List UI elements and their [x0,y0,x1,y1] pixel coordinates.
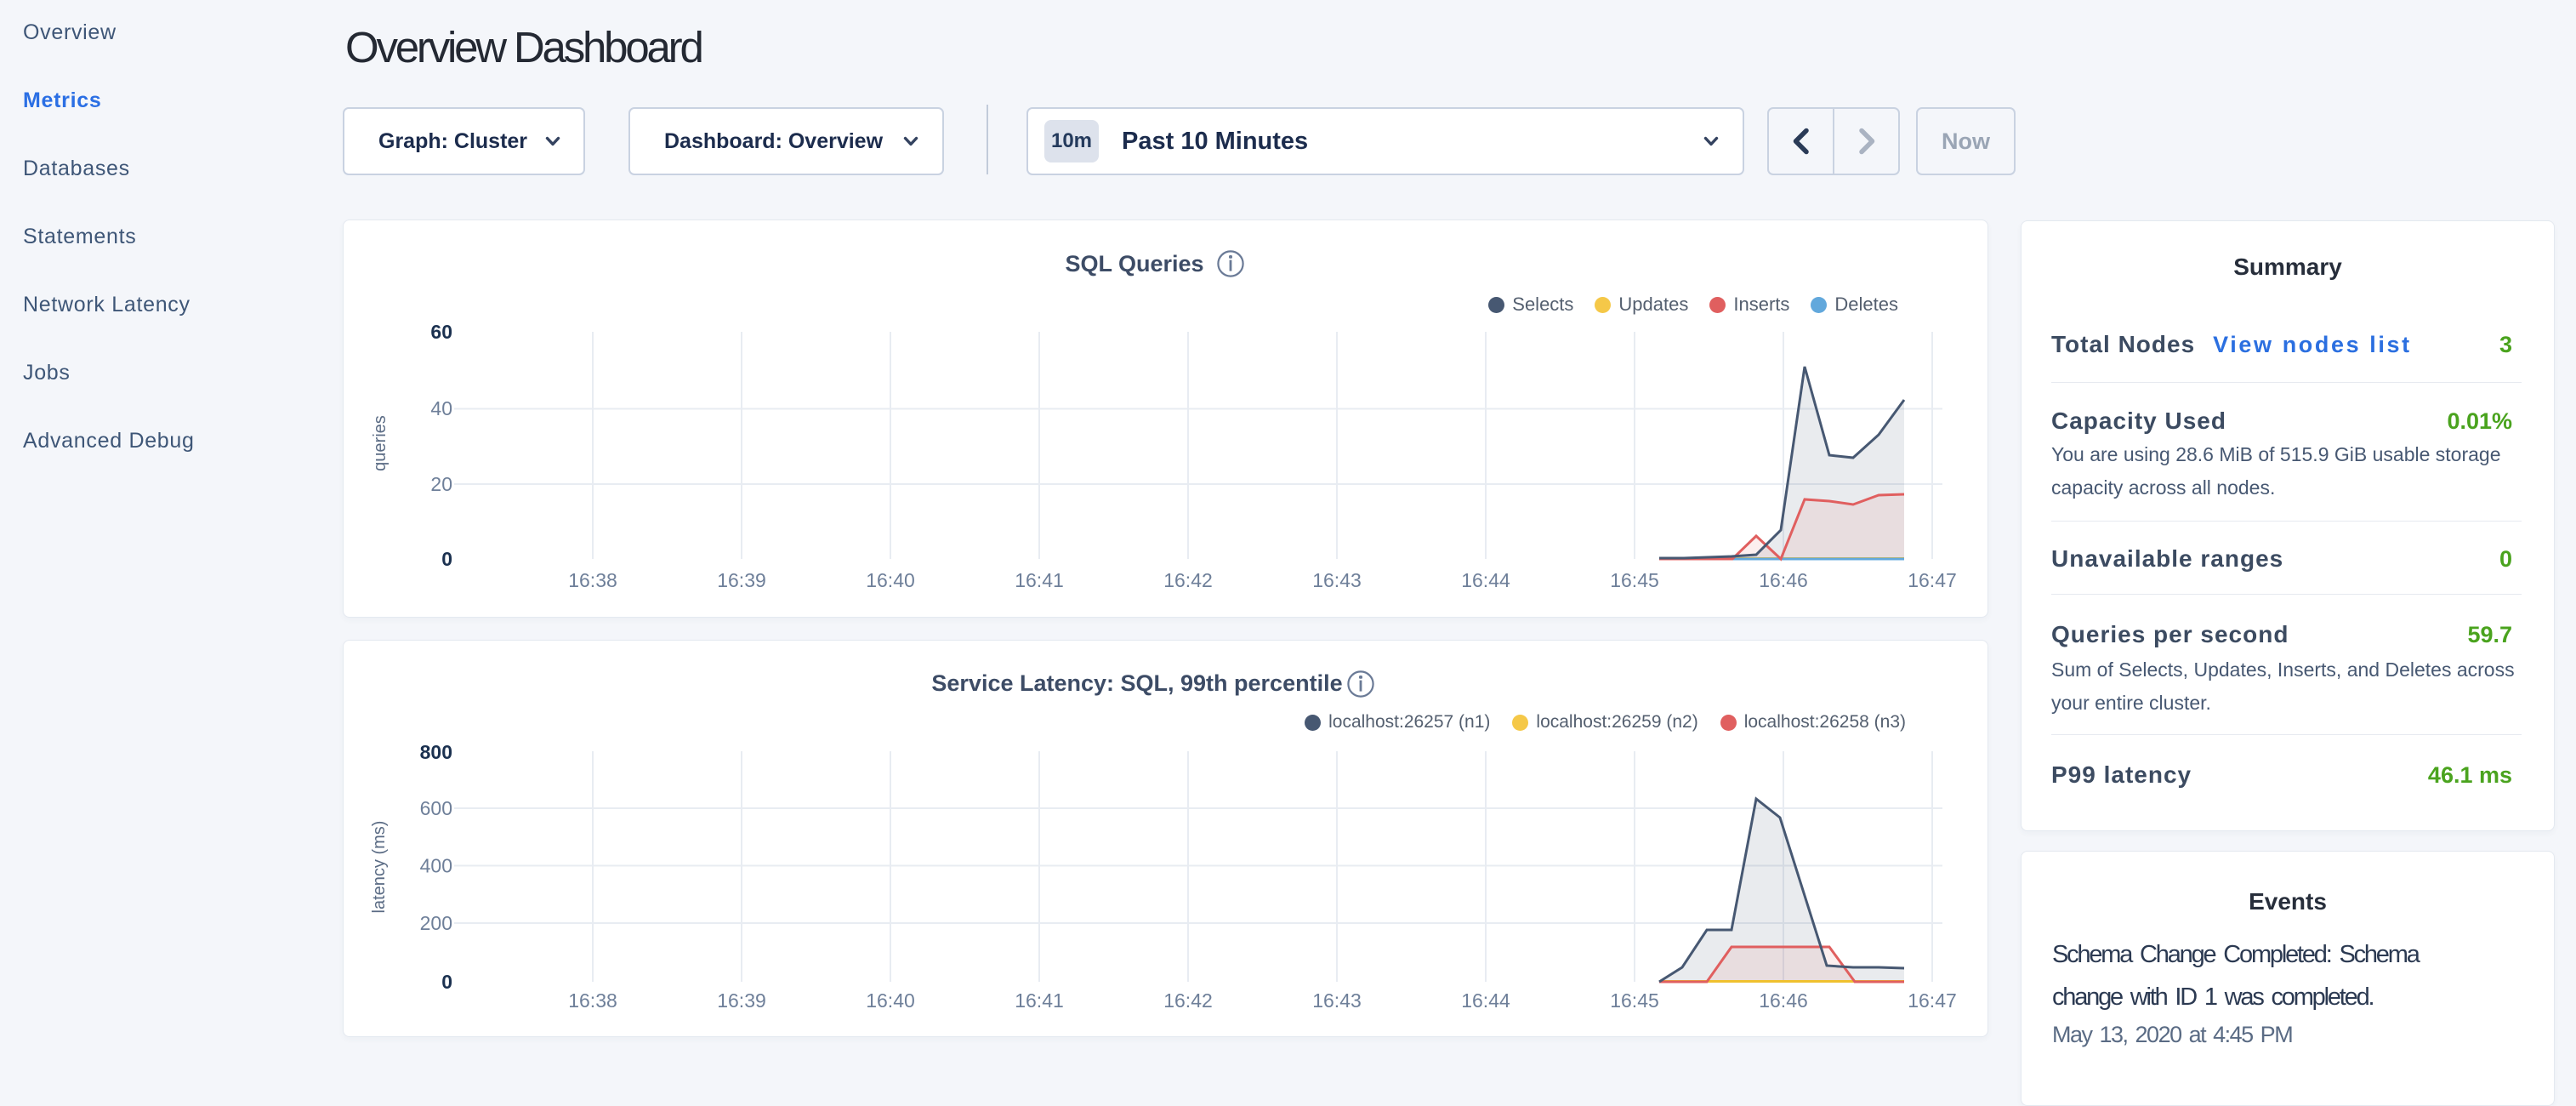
svg-text:16:40: 16:40 [866,989,915,1012]
svg-text:16:47: 16:47 [1908,989,1957,1012]
svg-text:16:45: 16:45 [1610,989,1659,1012]
svg-text:16:47: 16:47 [1908,569,1957,591]
svg-text:16:38: 16:38 [568,569,617,591]
svg-text:16:39: 16:39 [717,569,766,591]
svg-text:16:44: 16:44 [1461,569,1510,591]
svg-text:16:39: 16:39 [717,989,766,1012]
svg-text:400: 400 [420,855,452,877]
svg-text:60: 60 [430,321,452,343]
svg-text:20: 20 [430,473,452,495]
svg-text:Service Latency: SQL, 99th per: Service Latency: SQL, 99th percentile [931,670,1342,696]
svg-text:16:42: 16:42 [1163,569,1213,591]
svg-text:16:44: 16:44 [1461,989,1510,1012]
svg-text:0: 0 [441,971,452,993]
svg-text:16:43: 16:43 [1312,989,1362,1012]
svg-text:16:42: 16:42 [1163,989,1213,1012]
svg-text:800: 800 [420,741,452,763]
svg-text:40: 40 [430,397,452,419]
svg-text:16:41: 16:41 [1015,569,1064,591]
svg-text:200: 200 [420,912,452,934]
svg-text:16:38: 16:38 [568,989,617,1012]
svg-text:SQL Queries: SQL Queries [1065,251,1203,276]
svg-text:16:46: 16:46 [1759,569,1808,591]
svg-text:0: 0 [441,548,452,570]
svg-text:16:41: 16:41 [1015,989,1064,1012]
svg-text:16:46: 16:46 [1759,989,1808,1012]
svg-text:600: 600 [420,797,452,819]
svg-text:queries: queries [371,415,390,471]
svg-text:latency (ms): latency (ms) [370,821,389,914]
svg-text:16:45: 16:45 [1610,569,1659,591]
svg-text:16:40: 16:40 [866,569,915,591]
svg-text:16:43: 16:43 [1312,569,1362,591]
